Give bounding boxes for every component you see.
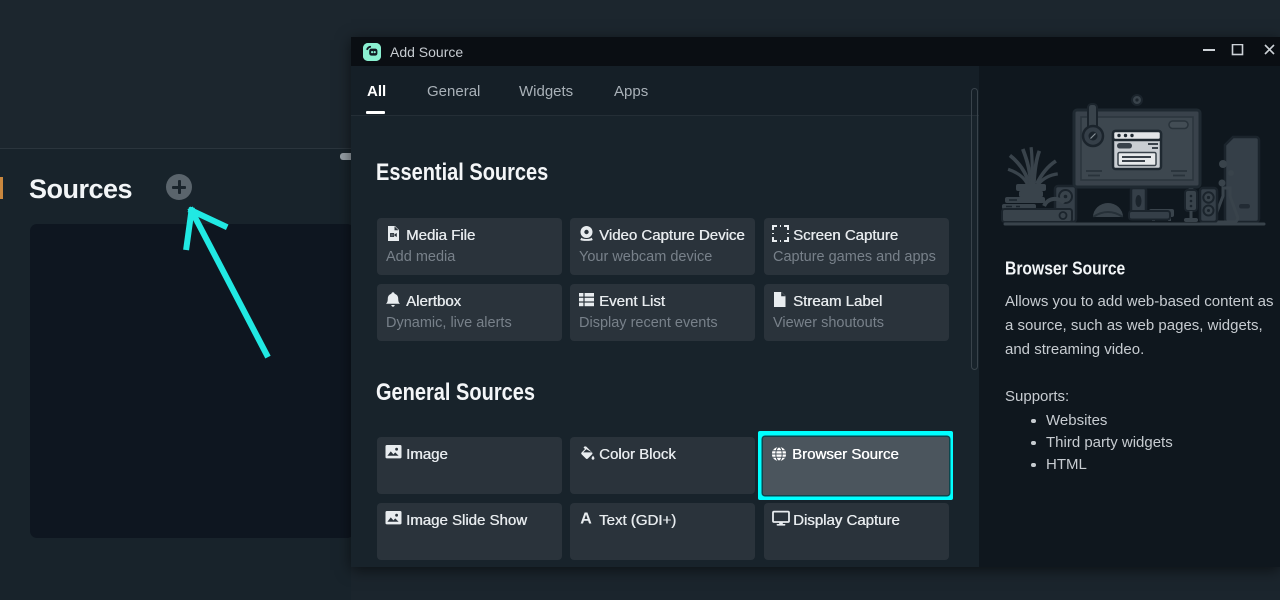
svg-text:A: A bbox=[580, 511, 592, 527]
